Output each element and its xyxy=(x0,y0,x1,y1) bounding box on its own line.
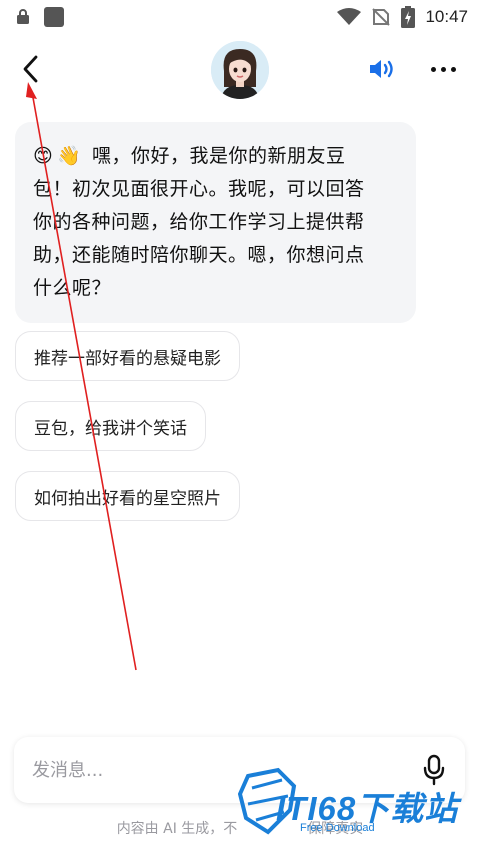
status-time: 10:47 xyxy=(425,7,468,26)
wave-emoji-icon: 👋 xyxy=(57,145,82,167)
assistant-avatar[interactable] xyxy=(211,41,269,99)
more-dot xyxy=(450,66,456,72)
status-bar: 10:47 xyxy=(0,0,480,34)
status-left xyxy=(16,7,64,27)
status-right: 10:47 xyxy=(337,6,468,28)
back-button[interactable] xyxy=(14,52,48,86)
more-options-button[interactable] xyxy=(426,56,460,82)
lock-icon xyxy=(17,9,29,24)
battery-charging-icon xyxy=(401,6,416,28)
more-dot xyxy=(440,66,446,72)
chevron-left-icon xyxy=(23,55,38,83)
suggestion-chip[interactable]: 如何拍出好看的星空照片 xyxy=(15,471,240,521)
smile-emoji-icon: 😊 xyxy=(33,145,54,167)
suggestion-chip[interactable]: 豆包，给我讲个笑话 xyxy=(15,401,206,451)
wifi-icon xyxy=(337,8,362,25)
message-line: 嘿，你好，我是你的新朋友豆 xyxy=(92,145,346,167)
watermark-subtext: Free Download xyxy=(300,822,375,834)
app-square-icon xyxy=(44,7,64,27)
suggestion-label: 豆包，给我讲个笑话 xyxy=(34,418,187,439)
no-sim-icon xyxy=(372,8,391,26)
disclaimer-text: 内容由 AI 生成，不 xyxy=(116,821,238,837)
assistant-message-bubble: 😊 👋 嘿，你好，我是你的新朋友豆 包！初次见面很开心。我呢，可以回答 你的各种问… xyxy=(15,122,416,323)
suggestion-label: 推荐一部好看的悬疑电影 xyxy=(34,348,221,369)
speaker-button[interactable] xyxy=(366,54,400,84)
suggestion-chip[interactable]: 推荐一部好看的悬疑电影 xyxy=(15,331,240,381)
message-line: 你的各种问题，给你工作学习上提供帮 xyxy=(33,211,365,233)
suggestion-label: 如何拍出好看的星空照片 xyxy=(34,488,221,509)
speaker-icon xyxy=(370,60,393,78)
message-line: 助，还能随时陪你聊天。嗯，你想问点 xyxy=(33,244,365,266)
more-dot xyxy=(430,66,436,72)
message-line: 什么呢？ xyxy=(33,277,112,299)
watermark-logo: ITI68下载站 Free Download xyxy=(238,762,473,842)
message-line: 包！初次见面很开心。我呢，可以回答 xyxy=(33,178,365,200)
chat-header xyxy=(0,34,480,104)
avatar-face-icon xyxy=(211,41,269,99)
